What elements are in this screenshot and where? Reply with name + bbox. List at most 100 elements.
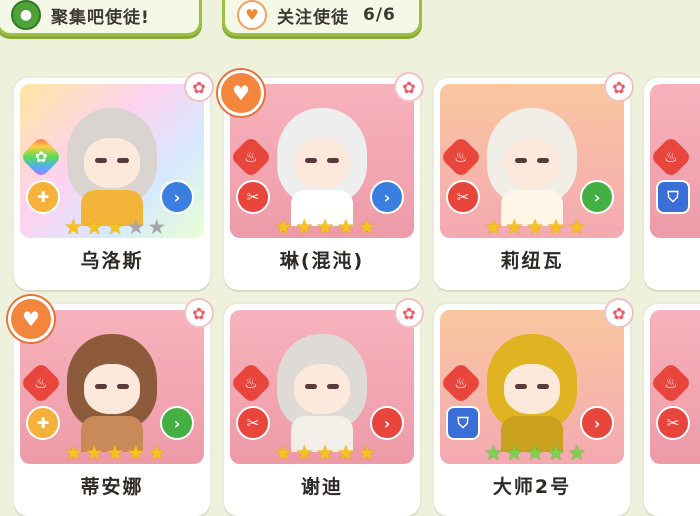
fire-element-icon: ♨: [230, 135, 273, 179]
star-filled-icon: ★: [315, 215, 335, 238]
flower-icon[interactable]: ✿: [184, 72, 214, 102]
star-filled-icon: ★: [546, 215, 566, 238]
fire-element-icon: ♨: [440, 361, 483, 405]
rainbow-element-icon: ✿: [20, 135, 63, 179]
star-filled-icon: ★: [567, 215, 587, 238]
apostle-name: 乌洛斯: [80, 250, 144, 272]
chevron-right-icon[interactable]: ›: [160, 180, 194, 214]
star-filled-icon: ★: [567, 441, 587, 464]
fire-element-icon: ♨: [650, 135, 693, 179]
apostle-portrait: ♨ ⛉: [650, 84, 700, 238]
star-rating: ★ ★ ★ ★ ★: [274, 216, 376, 238]
flower-icon[interactable]: ✿: [184, 298, 214, 328]
star-filled-icon: ★: [64, 441, 83, 464]
star-filled-icon: ★: [336, 215, 356, 238]
chevron-right-icon[interactable]: ›: [160, 406, 194, 440]
chevron-right-icon[interactable]: ›: [370, 180, 404, 214]
flower-icon[interactable]: ✿: [604, 72, 634, 102]
apostle-portrait: ♨ ⛉ › ★ ★ ★ ★ ★: [440, 310, 624, 464]
apostle-name: 大师2号: [492, 476, 572, 498]
star-filled-icon: ★: [64, 215, 83, 238]
apostle-character-art: [57, 324, 167, 452]
apostle-name: 蒂安娜: [80, 476, 144, 498]
gather-apostles-button[interactable]: ● 聚集吧使徒!: [0, 0, 202, 36]
follow-label: 关注使徒: [277, 7, 349, 28]
star-filled-icon: ★: [126, 441, 146, 464]
star-rating: ★ ★ ★ ★ ★: [64, 216, 166, 238]
blade-role-icon: ✂: [236, 406, 270, 440]
flower-icon[interactable]: ✿: [394, 298, 424, 328]
apostle-card-partial[interactable]: ♨ ⛉: [644, 78, 700, 290]
star-empty-icon: ★: [126, 215, 146, 238]
star-rating: ★ ★ ★ ★ ★: [484, 442, 586, 464]
apostle-card[interactable]: ♨ ✂ › ★ ★ ★ ★ ★ 莉纽瓦 ✿: [434, 72, 634, 290]
star-filled-icon: ★: [357, 441, 377, 464]
star-filled-icon: ★: [84, 215, 104, 238]
apostle-card[interactable]: ✿ ✚ › ★ ★ ★ ★ ★ 乌洛斯 ✿: [14, 72, 214, 290]
chevron-right-icon[interactable]: ›: [370, 406, 404, 440]
top-bar: ● 聚集吧使徒! ♥ 关注使徒 6/6: [0, 0, 700, 44]
heart-icon: ♥: [237, 0, 267, 30]
gather-label: 聚集吧使徒!: [51, 7, 150, 28]
apostle-card[interactable]: ♨ ✂ › ★ ★ ★ ★ ★ 琳(混沌) ✿ ♥: [218, 70, 424, 290]
star-filled-icon: ★: [274, 215, 293, 238]
fire-element-icon: ♨: [440, 135, 483, 179]
follow-count: 6/6: [363, 5, 396, 25]
star-filled-icon: ★: [294, 215, 314, 238]
star-filled-icon: ★: [546, 441, 566, 464]
apostle-character-art: [477, 98, 587, 226]
star-filled-icon: ★: [525, 441, 545, 464]
star-filled-icon: ★: [525, 215, 545, 238]
star-filled-icon: ★: [84, 441, 104, 464]
plus-role-icon: ✚: [26, 180, 60, 214]
chevron-right-icon[interactable]: ›: [580, 180, 614, 214]
flower-icon[interactable]: ✿: [394, 72, 424, 102]
apostle-card[interactable]: ♨ ✂ › ★ ★ ★ ★ ★ 谢迪 ✿: [224, 298, 424, 516]
favorite-heart-icon[interactable]: ♥: [8, 296, 54, 342]
apostle-name: 琳(混沌): [279, 250, 365, 272]
star-rating: ★ ★ ★ ★ ★: [484, 216, 586, 238]
blade-role-icon: ✂: [656, 406, 690, 440]
star-filled-icon: ★: [504, 215, 524, 238]
shield-role-icon: ⛉: [656, 180, 690, 214]
apostle-name: 谢迪: [300, 476, 343, 498]
apostle-name: 莉纽瓦: [500, 250, 564, 272]
star-filled-icon: ★: [147, 441, 167, 464]
apostle-card[interactable]: ♨ ✚ › ★ ★ ★ ★ ★ 蒂安娜 ✿ ♥: [8, 296, 214, 516]
star-filled-icon: ★: [105, 215, 125, 238]
shield-role-icon: ⛉: [446, 406, 480, 440]
apostle-character-art: [477, 324, 587, 452]
apostle-character-art: [57, 98, 167, 226]
star-rating: ★ ★ ★ ★ ★: [274, 442, 376, 464]
favorite-heart-icon[interactable]: ♥: [218, 70, 264, 116]
apostle-character-art: [267, 324, 377, 452]
blade-role-icon: ✂: [236, 180, 270, 214]
apostle-portrait: ♨ ✂ › ★ ★ ★ ★ ★: [230, 310, 414, 464]
flower-icon[interactable]: ✿: [604, 298, 634, 328]
star-rating: ★ ★ ★ ★ ★: [64, 442, 166, 464]
star-filled-icon: ★: [504, 441, 524, 464]
apostle-portrait: ♨ ✂: [650, 310, 700, 464]
star-filled-icon: ★: [315, 441, 335, 464]
fire-element-icon: ♨: [20, 361, 63, 405]
star-filled-icon: ★: [294, 441, 314, 464]
star-filled-icon: ★: [105, 441, 125, 464]
star-filled-icon: ★: [357, 215, 377, 238]
apostle-card[interactable]: ♨ ⛉ › ★ ★ ★ ★ ★ 大师2号 ✿: [434, 298, 634, 516]
apostle-portrait: ♨ ✂ › ★ ★ ★ ★ ★: [440, 84, 624, 238]
star-filled-icon: ★: [484, 215, 503, 238]
star-filled-icon: ★: [484, 441, 503, 464]
star-empty-icon: ★: [147, 215, 167, 238]
chevron-right-icon[interactable]: ›: [580, 406, 614, 440]
follow-apostles-button[interactable]: ♥ 关注使徒 6/6: [222, 0, 422, 36]
blade-role-icon: ✂: [446, 180, 480, 214]
apostle-character-art: [267, 98, 377, 226]
fire-element-icon: ♨: [230, 361, 273, 405]
plus-role-icon: ✚: [26, 406, 60, 440]
whistle-icon: ●: [11, 0, 41, 30]
fire-element-icon: ♨: [650, 361, 693, 405]
apostle-card-partial[interactable]: ♨ ✂: [644, 304, 700, 516]
star-filled-icon: ★: [336, 441, 356, 464]
star-filled-icon: ★: [274, 441, 293, 464]
apostle-portrait: ✿ ✚ › ★ ★ ★ ★ ★: [20, 84, 204, 238]
